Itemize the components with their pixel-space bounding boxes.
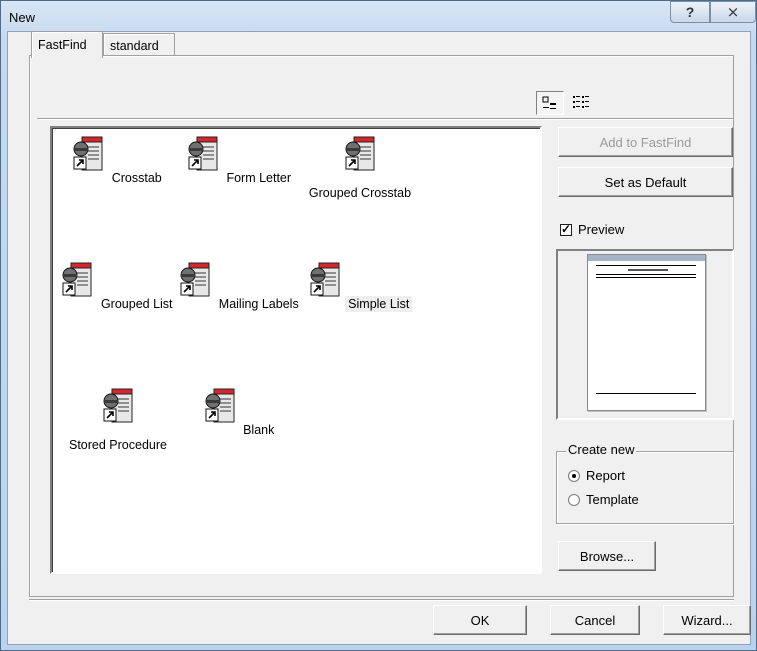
report-template-icon bbox=[310, 262, 340, 297]
tab-label: FastFind bbox=[38, 38, 87, 52]
template-item-label: Crosstab bbox=[111, 171, 162, 185]
new-dialog: New ? ⨯ FastFind standard Crosstab Form … bbox=[0, 0, 757, 651]
template-item-label: Simple List bbox=[345, 296, 413, 312]
report-template-icon bbox=[62, 262, 92, 297]
template-item-label: Grouped Crosstab bbox=[308, 186, 412, 200]
large-icons-view-button[interactable] bbox=[536, 91, 564, 115]
template-list[interactable]: Crosstab Form Letter Grouped Crosstab Gr… bbox=[50, 126, 542, 574]
preview-checkbox[interactable]: ✓ Preview bbox=[560, 222, 624, 237]
report-template-icon bbox=[205, 388, 235, 423]
template-item-simple-list[interactable]: Simple List bbox=[298, 261, 422, 312]
preview-rule-line bbox=[596, 274, 696, 275]
report-template-icon bbox=[180, 262, 210, 297]
help-button[interactable]: ? bbox=[670, 1, 710, 23]
report-template-icon bbox=[345, 136, 375, 171]
tab-label: standard bbox=[110, 38, 159, 53]
title-bar[interactable]: New ? ⨯ bbox=[1, 1, 756, 31]
radio-report[interactable]: Report bbox=[568, 468, 625, 483]
preview-footer-line bbox=[596, 393, 696, 394]
set-as-default-button[interactable]: Set as Default bbox=[558, 167, 733, 197]
radio-circle bbox=[568, 493, 580, 506]
template-item-label: Mailing Labels bbox=[218, 297, 299, 311]
template-item-label: Stored Procedure bbox=[69, 438, 167, 452]
large-icons-icon bbox=[542, 96, 556, 109]
preview-page-header bbox=[588, 255, 705, 261]
template-item-label: Form Letter bbox=[226, 171, 292, 185]
template-item-form-letter[interactable]: Form Letter bbox=[178, 135, 302, 186]
help-icon: ? bbox=[685, 4, 695, 20]
close-icon: ⨯ bbox=[726, 4, 740, 21]
close-button[interactable]: ⨯ bbox=[710, 1, 756, 23]
tab-fastfind[interactable]: FastFind bbox=[31, 31, 103, 58]
wizard-button[interactable]: Wizard... bbox=[663, 605, 751, 635]
template-item-label: Grouped List bbox=[100, 297, 173, 311]
radio-template[interactable]: Template bbox=[568, 492, 639, 507]
add-to-fastfind-button[interactable]: Add to FastFind bbox=[558, 127, 733, 157]
create-new-legend: Create new bbox=[566, 442, 637, 457]
template-item-grouped-list[interactable]: Grouped List bbox=[56, 261, 180, 312]
template-item-grouped-crosstab[interactable]: Grouped Crosstab bbox=[298, 135, 422, 201]
preview-label: Preview bbox=[578, 222, 625, 237]
preview-title-line bbox=[596, 265, 696, 266]
preview-page-thumbnail bbox=[587, 254, 706, 411]
template-item-blank[interactable]: Blank bbox=[178, 387, 302, 438]
radio-label: Report bbox=[586, 468, 626, 483]
report-template-icon bbox=[188, 136, 218, 171]
template-item-stored-procedure[interactable]: Stored Procedure bbox=[56, 387, 180, 453]
preview-rule-line bbox=[596, 277, 696, 278]
radio-circle bbox=[568, 469, 580, 482]
report-template-icon bbox=[73, 136, 103, 171]
create-new-group bbox=[556, 451, 734, 524]
details-list-icon bbox=[573, 96, 589, 108]
checkmark-icon: ✓ bbox=[561, 221, 572, 236]
preview-title-text bbox=[628, 269, 668, 271]
window-title: New bbox=[9, 10, 36, 25]
ok-button[interactable]: OK bbox=[433, 605, 527, 635]
toolbar-separator bbox=[37, 118, 733, 120]
browse-button[interactable]: Browse... bbox=[558, 541, 656, 571]
footer-separator bbox=[29, 599, 734, 601]
checkbox-box: ✓ bbox=[560, 221, 572, 236]
details-view-button[interactable] bbox=[567, 91, 595, 115]
preview-pane bbox=[556, 249, 734, 420]
template-item-mailing-labels[interactable]: Mailing Labels bbox=[178, 261, 302, 312]
template-item-label: Blank bbox=[243, 423, 275, 437]
tab-standard[interactable]: standard bbox=[103, 33, 175, 57]
template-item-crosstab[interactable]: Crosstab bbox=[56, 135, 180, 186]
report-template-icon bbox=[103, 388, 133, 423]
radio-label: Template bbox=[586, 492, 639, 507]
cancel-button[interactable]: Cancel bbox=[550, 605, 640, 635]
